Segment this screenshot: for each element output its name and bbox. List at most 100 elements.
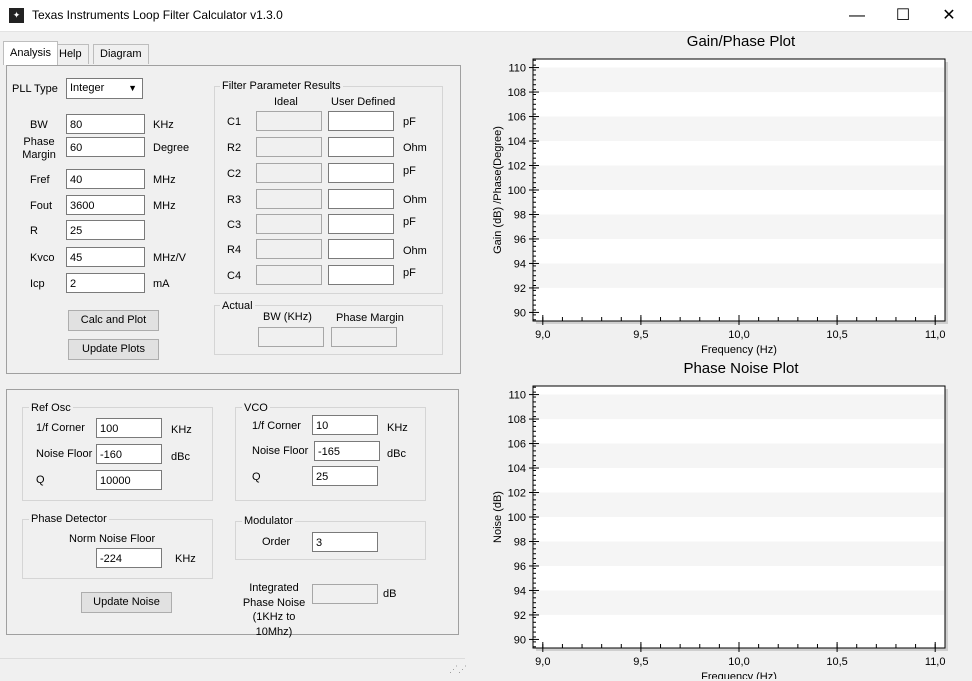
x-axis-label: Frequency (Hz) — [701, 344, 777, 356]
vco-floor-unit: dBc — [387, 448, 406, 460]
r3-user-input[interactable] — [328, 189, 394, 209]
x-tick-label: 9,0 — [535, 656, 550, 668]
pd-floor-input[interactable]: -224 — [96, 548, 162, 568]
y-tick-label: 92 — [514, 283, 526, 295]
c1-ideal-field — [256, 111, 322, 131]
ref-osc-title: Ref Osc — [29, 402, 73, 414]
ref-q-input[interactable]: 10000 — [96, 470, 162, 490]
vco-floor-label: Noise Floor — [252, 445, 309, 457]
fref-unit: MHz — [153, 174, 176, 186]
window-title: Texas Instruments Loop Filter Calculator… — [32, 8, 283, 22]
pll-type-select[interactable]: Integer ▼ — [66, 78, 143, 99]
c2-user-input[interactable] — [328, 163, 394, 183]
pd-floor-label: Norm Noise Floor — [69, 533, 156, 545]
vco-floor-input[interactable]: -165 — [314, 441, 380, 461]
y-tick-label: 94 — [514, 585, 526, 597]
resize-grip-icon[interactable]: ⋰⋰ — [449, 665, 467, 674]
maximize-button[interactable]: ☐ — [880, 0, 926, 31]
fref-label: Fref — [30, 174, 50, 186]
calc-and-plot-button[interactable]: Calc and Plot — [68, 310, 159, 331]
modulator-order-label: Order — [262, 536, 291, 548]
c1-user-input[interactable] — [328, 111, 394, 131]
ref-floor-label: Noise Floor — [36, 448, 93, 460]
ref-corner-unit: KHz — [171, 424, 192, 436]
x-tick-label: 11,0 — [925, 329, 946, 341]
y-tick-label: 98 — [514, 536, 526, 548]
vco-q-input[interactable]: 25 — [312, 466, 378, 486]
ref-corner-input[interactable]: 100 — [96, 418, 162, 438]
filter-results-title: Filter Parameter Results — [220, 80, 343, 92]
y-tick-label: 104 — [508, 136, 526, 148]
r-label: R — [30, 225, 38, 237]
ref-corner-label: 1/f Corner — [36, 422, 85, 434]
modulator-order-input[interactable]: 3 — [312, 532, 378, 552]
modulator-title: Modulator — [242, 515, 295, 527]
x-tick-label: 9,5 — [633, 656, 648, 668]
chevron-down-icon: ▼ — [128, 83, 137, 93]
actual-bw-label: BW (KHz) — [263, 311, 312, 323]
minimize-button[interactable]: — — [834, 0, 880, 31]
y-axis-label: Noise (dB) — [492, 491, 504, 543]
x-tick-label: 10,0 — [728, 656, 749, 668]
y-tick-label: 94 — [514, 258, 526, 270]
fout-input[interactable]: 3600 — [66, 195, 145, 215]
c4-user-input[interactable] — [328, 265, 394, 285]
fref-input[interactable]: 40 — [66, 169, 145, 189]
y-tick-label: 96 — [514, 234, 526, 246]
grid-band — [534, 67, 944, 93]
r4-label: R4 — [227, 244, 242, 256]
vco-corner-input[interactable]: 10 — [312, 415, 378, 435]
r2-user-input[interactable] — [328, 137, 394, 157]
phase-noise-title: Phase Noise Plot — [683, 360, 799, 377]
bw-label: BW — [30, 119, 48, 131]
update-noise-button[interactable]: Update Noise — [81, 592, 172, 613]
close-button[interactable]: ✕ — [926, 0, 972, 31]
bw-input[interactable]: 80 — [66, 114, 145, 134]
tab-analysis[interactable]: Analysis — [3, 41, 58, 65]
phase-margin-input[interactable]: 60 — [66, 137, 145, 157]
r4-user-input[interactable] — [328, 239, 394, 259]
bw-unit: KHz — [153, 119, 174, 131]
phase-margin-label: Phase Margin — [22, 136, 56, 161]
fout-unit: MHz — [153, 200, 176, 212]
pll-type-value: Integer — [70, 82, 105, 94]
ref-floor-unit: dBc — [171, 451, 190, 463]
y-tick-label: 100 — [508, 185, 526, 197]
icp-input[interactable]: 2 — [66, 273, 145, 293]
vco-q-label: Q — [252, 471, 261, 483]
r2-unit: Ohm — [403, 142, 427, 154]
icp-unit: mA — [153, 278, 170, 290]
tab-diagram[interactable]: Diagram — [93, 44, 149, 64]
y-tick-label: 90 — [514, 634, 526, 646]
ref-floor-input[interactable]: -160 — [96, 444, 162, 464]
c3-user-input[interactable] — [328, 214, 394, 234]
c3-label: C3 — [227, 219, 242, 231]
c1-unit: pF — [403, 116, 416, 128]
r-input[interactable]: 25 — [66, 220, 145, 240]
x-tick-label: 10,5 — [826, 329, 847, 341]
r3-ideal-field — [256, 189, 322, 209]
y-tick-label: 102 — [508, 161, 526, 173]
r3-label: R3 — [227, 194, 242, 206]
pll-type-label: PLL Type — [12, 83, 58, 95]
grid-band — [534, 165, 944, 190]
r3-unit: Ohm — [403, 194, 427, 206]
actual-bw-field — [258, 327, 324, 347]
kvco-label: Kvco — [30, 252, 55, 264]
x-tick-label: 10,5 — [826, 656, 847, 668]
r4-ideal-field — [256, 239, 322, 259]
c1-label: C1 — [227, 116, 242, 128]
fout-label: Fout — [30, 200, 53, 212]
kvco-input[interactable]: 45 — [66, 247, 145, 267]
y-tick-label: 92 — [514, 610, 526, 622]
x-tick-label: 10,0 — [728, 329, 749, 341]
y-tick-label: 102 — [508, 488, 526, 500]
y-tick-label: 104 — [508, 463, 526, 475]
vco-corner-label: 1/f Corner — [252, 420, 301, 432]
update-plots-button[interactable]: Update Plots — [68, 339, 159, 360]
ref-q-label: Q — [36, 474, 45, 486]
x-axis-label: Frequency (Hz) — [701, 671, 777, 679]
integrated-noise-unit: dB — [383, 588, 397, 600]
actual-pm-field — [331, 327, 397, 347]
phase-margin-unit: Degree — [153, 142, 190, 154]
